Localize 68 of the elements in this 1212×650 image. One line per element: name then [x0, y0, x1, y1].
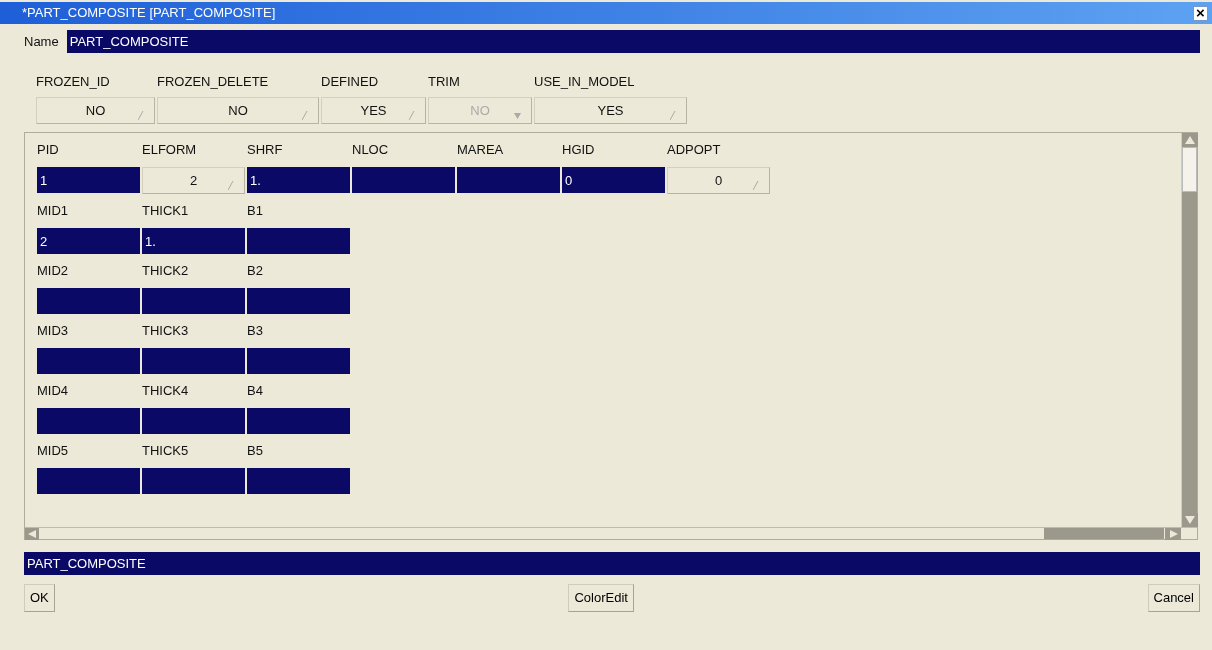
input-field[interactable] [247, 228, 350, 254]
field-label: THICK1 [142, 202, 190, 221]
input-field[interactable] [142, 348, 245, 374]
field-label: B2 [247, 262, 264, 281]
flag-label: DEFINED [321, 73, 380, 92]
left-arrow-icon[interactable] [25, 528, 39, 540]
name-label: Name [24, 32, 59, 51]
dialog-button[interactable]: Cancel [1147, 584, 1200, 612]
flag-label: TRIM [428, 73, 461, 92]
field-label: ELFORM [142, 141, 198, 160]
field-label: THICK3 [142, 322, 190, 341]
flag-label: USE_IN_MODEL [534, 73, 636, 92]
field-label: NLOC [352, 141, 390, 160]
input-field[interactable]: 0 [562, 167, 665, 193]
up-arrow-icon[interactable] [1182, 133, 1198, 147]
input-field[interactable] [247, 408, 350, 434]
scroll-thumb[interactable] [1044, 528, 1164, 539]
field-label: MID3 [37, 322, 70, 341]
name-field[interactable]: PART_COMPOSITE [66, 30, 1200, 53]
vertical-scrollbar[interactable] [1181, 133, 1197, 527]
down-arrow-icon[interactable] [1182, 513, 1198, 527]
input-field[interactable] [142, 288, 245, 314]
field-label: MID2 [37, 262, 70, 281]
scroll-thumb[interactable] [1182, 147, 1197, 192]
dropdown[interactable]: YES [321, 97, 426, 124]
field-label: HGID [562, 141, 596, 160]
field-label: SHRF [247, 141, 284, 160]
input-field[interactable] [247, 288, 350, 314]
input-field[interactable]: 1. [247, 167, 350, 193]
field-label: MID1 [37, 202, 70, 221]
input-field[interactable] [37, 288, 140, 314]
field-label: MAREA [457, 141, 505, 160]
field-label: PID [37, 141, 60, 160]
dropdown[interactable]: 0 [667, 167, 770, 194]
dropdown[interactable]: NO [36, 97, 155, 124]
field-label: THICK5 [142, 442, 190, 461]
input-field[interactable]: 2 [37, 228, 140, 254]
field-label: THICK4 [142, 382, 190, 401]
close-button[interactable]: × [1193, 5, 1208, 21]
input-field[interactable] [37, 468, 140, 494]
input-field[interactable] [37, 408, 140, 434]
input-field[interactable] [247, 348, 350, 374]
field-label: B5 [247, 442, 264, 461]
window-title: *PART_COMPOSITE [PART_COMPOSITE] [22, 4, 276, 23]
field-label: B3 [247, 322, 264, 341]
field-label: MID4 [37, 382, 70, 401]
input-field[interactable]: 1. [142, 228, 245, 254]
flag-label: FROZEN_ID [36, 73, 111, 92]
input-field[interactable] [142, 468, 245, 494]
dropdown[interactable]: 2 [142, 167, 245, 194]
input-field[interactable] [37, 348, 140, 374]
field-label: MID5 [37, 442, 70, 461]
dialog-button[interactable]: OK [24, 584, 55, 612]
field-label: B4 [247, 382, 264, 401]
dialog-button[interactable]: ColorEdit [568, 584, 634, 612]
horizontal-scrollbar[interactable] [25, 527, 1197, 539]
status-bar: PART_COMPOSITE [24, 552, 1200, 575]
field-label: THICK2 [142, 262, 190, 281]
input-field[interactable] [142, 408, 245, 434]
field-label: B1 [247, 202, 264, 221]
input-field[interactable] [457, 167, 560, 193]
dropdown[interactable]: NO [157, 97, 319, 124]
flag-label: FROZEN_DELETE [157, 73, 270, 92]
input-field[interactable] [247, 468, 350, 494]
field-label: ADPOPT [667, 141, 722, 160]
input-field[interactable] [352, 167, 455, 193]
input-field[interactable]: 1 [37, 167, 140, 193]
dropdown[interactable]: YES [534, 97, 687, 124]
